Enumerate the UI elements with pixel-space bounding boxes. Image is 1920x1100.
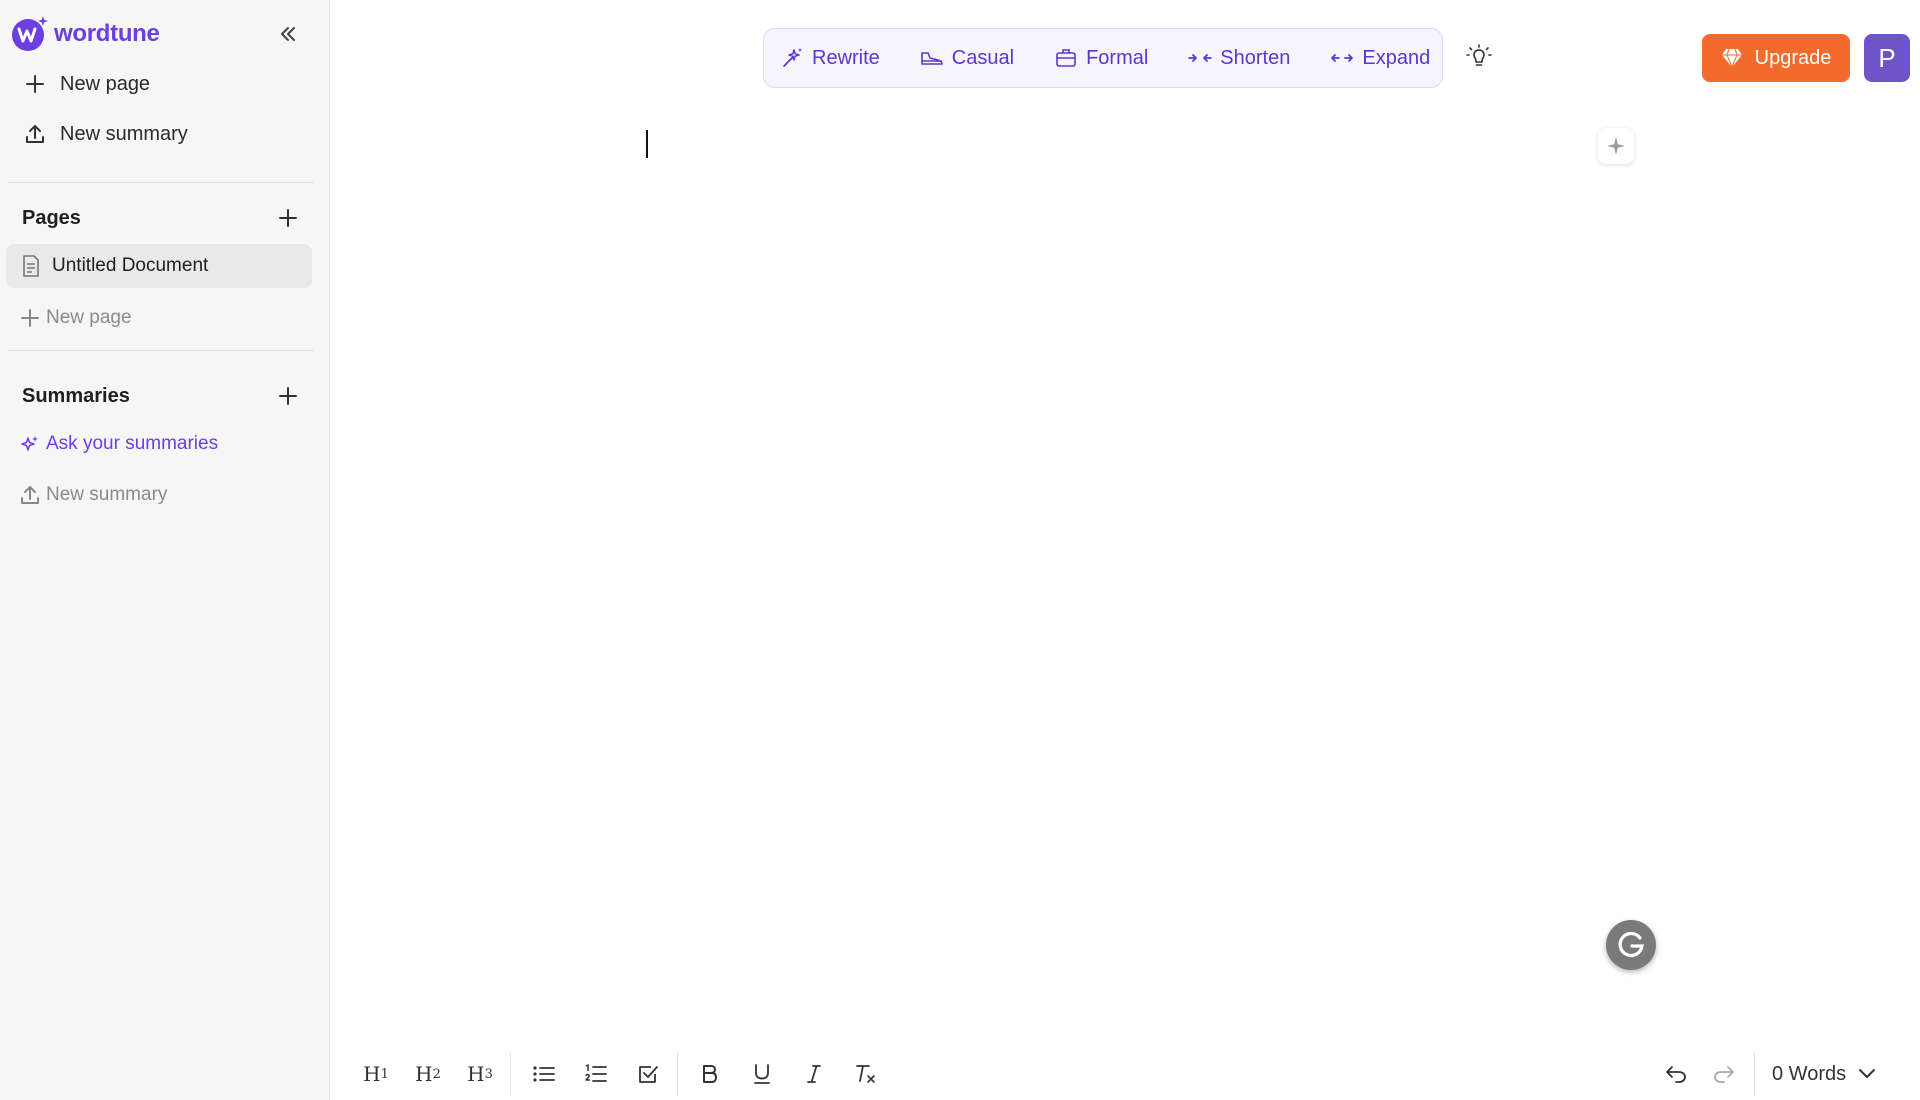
bold-button[interactable] — [692, 1056, 728, 1092]
rewrite-button[interactable]: Rewrite — [780, 38, 900, 78]
document-editor[interactable] — [646, 120, 1606, 1000]
document-icon — [22, 255, 44, 277]
summaries-new-summary-button[interactable]: New summary — [18, 479, 167, 511]
heading-3-level: 3 — [484, 1066, 493, 1082]
shorten-arrows-icon — [1188, 46, 1213, 70]
lightbulb-icon — [1466, 44, 1492, 66]
bullet-list-icon — [533, 1066, 555, 1082]
sparkle-icon — [18, 432, 42, 456]
formal-label: Formal — [1086, 46, 1149, 69]
user-avatar[interactable]: P — [1864, 34, 1910, 82]
format-separator — [1754, 1052, 1755, 1096]
undo-icon — [1666, 1066, 1686, 1083]
italic-icon — [807, 1065, 821, 1083]
redo-icon — [1714, 1066, 1734, 1083]
casual-button[interactable]: Casual — [920, 38, 1034, 78]
plus-icon — [279, 209, 297, 227]
heading-3-letter: H — [467, 1062, 485, 1086]
plus-icon — [18, 306, 42, 330]
heading-3-button[interactable]: H3 — [462, 1056, 498, 1092]
page-item-untitled-document[interactable]: Untitled Document — [6, 244, 312, 288]
upgrade-button[interactable]: Upgrade — [1702, 34, 1850, 82]
pages-new-page-button[interactable]: New page — [18, 302, 132, 334]
bold-icon — [703, 1065, 717, 1083]
checklist-button[interactable] — [630, 1056, 666, 1092]
upload-icon — [18, 483, 42, 507]
plus-icon — [20, 69, 50, 99]
ask-your-summaries-label: Ask your summaries — [46, 433, 219, 454]
italic-button[interactable] — [796, 1056, 832, 1092]
formal-button[interactable]: Formal — [1054, 38, 1168, 78]
text-cursor — [646, 130, 648, 158]
diamond-icon — [1721, 48, 1743, 68]
sidebar-divider — [8, 182, 314, 183]
page-item-label: Untitled Document — [52, 255, 209, 276]
new-summary-label: New summary — [60, 122, 188, 145]
expand-arrows-icon — [1330, 46, 1354, 70]
numbered-list-button[interactable] — [578, 1056, 614, 1092]
add-summary-button[interactable] — [274, 382, 302, 410]
heading-2-letter: H — [415, 1062, 433, 1086]
rewrite-label: Rewrite — [812, 46, 880, 69]
new-page-label: New page — [60, 72, 151, 95]
pages-new-page-label: New page — [46, 307, 132, 328]
heading-2-button[interactable]: H2 — [410, 1056, 446, 1092]
clear-formatting-button[interactable] — [848, 1056, 884, 1092]
expand-button[interactable]: Expand — [1330, 38, 1430, 78]
new-page-button[interactable]: New page — [20, 66, 150, 102]
collapse-sidebar-button[interactable] — [272, 18, 304, 50]
redo-button[interactable] — [1706, 1056, 1742, 1092]
wordtune-app: wordtune New page New summary Pages Unti… — [0, 0, 1920, 1100]
format-separator — [677, 1052, 678, 1096]
undo-button[interactable] — [1658, 1056, 1694, 1092]
wordtune-logo-icon — [12, 16, 48, 51]
summaries-new-summary-label: New summary — [46, 484, 168, 505]
brand[interactable]: wordtune — [10, 14, 160, 54]
underline-icon — [754, 1064, 770, 1084]
shorten-label: Shorten — [1220, 46, 1291, 69]
heading-1-level: 1 — [380, 1066, 389, 1082]
bullet-list-button[interactable] — [526, 1056, 562, 1092]
upload-icon — [20, 119, 50, 149]
underline-button[interactable] — [744, 1056, 780, 1092]
expand-label: Expand — [1362, 46, 1431, 69]
heading-1-letter: H — [363, 1062, 381, 1086]
grammarly-icon — [1618, 931, 1644, 958]
checkbox-icon — [639, 1066, 658, 1083]
lightbulb-button[interactable] — [1464, 42, 1494, 72]
word-count-dropdown[interactable]: 0 Words — [1772, 1058, 1876, 1090]
sparkle-icon — [1607, 137, 1625, 155]
add-page-button[interactable] — [274, 204, 302, 232]
rewrite-sparkle-icon — [780, 46, 804, 70]
double-chevron-left-icon — [281, 27, 295, 41]
chevron-down-icon — [1858, 1068, 1876, 1080]
ai-toolbar: Rewrite Casual Formal Shorten Expand — [763, 28, 1443, 88]
briefcase-icon — [1054, 46, 1078, 70]
plus-icon — [279, 387, 297, 405]
ask-your-summaries-button[interactable]: Ask your summaries — [18, 428, 218, 460]
heading-1-button[interactable]: H1 — [358, 1056, 394, 1092]
summaries-section-title: Summaries — [22, 385, 130, 407]
pages-section-title: Pages — [22, 207, 81, 229]
shorten-button[interactable]: Shorten — [1188, 38, 1310, 78]
new-summary-button[interactable]: New summary — [20, 116, 188, 152]
word-count-label: 0 Words — [1772, 1062, 1847, 1085]
casual-label: Casual — [951, 46, 1015, 69]
sidebar: wordtune New page New summary Pages Unti… — [0, 0, 330, 1100]
numbered-list-icon — [585, 1064, 607, 1082]
ai-assist-button[interactable] — [1598, 128, 1634, 164]
casual-shoe-icon — [920, 46, 944, 70]
grammarly-button[interactable] — [1606, 920, 1656, 970]
heading-2-level: 2 — [432, 1066, 441, 1082]
format-separator — [510, 1052, 511, 1096]
sidebar-divider — [8, 350, 314, 351]
brand-name: wordtune — [54, 20, 160, 47]
clear-format-icon — [856, 1065, 875, 1083]
upgrade-label: Upgrade — [1754, 46, 1832, 69]
